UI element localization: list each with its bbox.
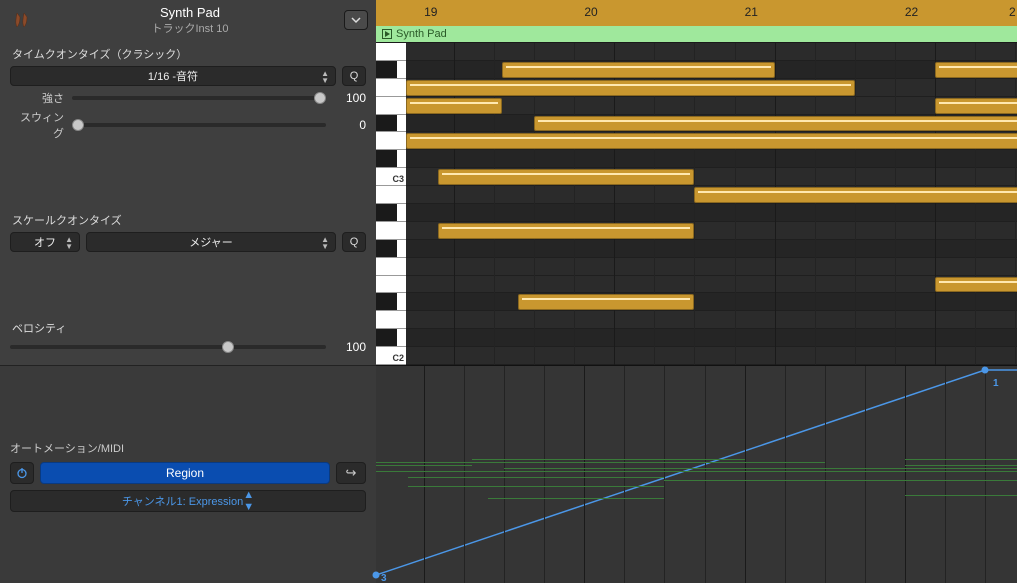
track-subtitle: トラックInst 10 [36,20,344,36]
instrument-icon [8,6,36,34]
strength-slider[interactable] [72,96,326,100]
bar-number: 21 [745,5,758,19]
midi-note[interactable] [406,80,855,96]
automation-point[interactable] [981,367,988,374]
velocity-label: ベロシティ [10,320,366,336]
header-menu-button[interactable] [344,10,368,30]
piano-keys[interactable]: C3C2 [376,43,406,365]
swing-slider[interactable] [72,123,326,127]
updown-icon: ▲▼ [321,70,329,84]
automation-power-button[interactable] [10,462,34,484]
scale-label: スケールクオンタイズ [10,212,366,228]
region-name: Synth Pad [396,28,447,40]
midi-note[interactable] [438,223,694,239]
scale-mode-select[interactable]: メジャー ▲▼ [86,232,336,252]
midi-note[interactable] [935,62,1017,78]
velocity-value: 100 [334,340,366,354]
automation-lane[interactable]: 31 [376,365,1017,583]
quantize-label: タイムクオンタイズ（クラシック） [10,46,366,62]
play-icon [382,29,392,39]
automation-channel-select[interactable]: チャンネル1: Expression ▲▼ [10,490,366,512]
velocity-slider[interactable] [10,345,326,349]
timeline-ruler[interactable]: 192021222 [376,0,1017,26]
midi-grid[interactable] [406,43,1017,365]
automation-arrow-button[interactable]: ↪ [336,462,366,484]
strength-label: 強さ [10,90,64,106]
scale-enable-select[interactable]: オフ ▲▼ [10,232,80,252]
midi-note[interactable] [935,277,1017,293]
quantize-select[interactable]: 1/16 -音符 ▲▼ [10,66,336,86]
scale-apply-button[interactable]: Q [342,232,366,252]
bar-number: 22 [905,5,918,19]
region-header[interactable]: Synth Pad [376,26,1017,43]
bar-number: 19 [424,5,437,19]
automation-region-button[interactable]: Region [40,462,330,484]
midi-note[interactable] [502,62,774,78]
strength-value: 100 [334,91,366,105]
midi-note[interactable] [406,133,1017,149]
midi-note[interactable] [438,169,694,185]
swing-label: スウィング [10,109,64,141]
bar-number: 2 [1009,5,1016,19]
midi-note[interactable] [534,116,1017,132]
swing-value: 0 [334,118,366,132]
midi-note[interactable] [935,98,1017,114]
track-title: Synth Pad [36,5,344,20]
updown-icon: ▲▼ [321,236,329,250]
updown-icon: ▲▼ [243,489,254,513]
midi-note[interactable] [694,187,1017,203]
midi-note[interactable] [406,98,502,114]
automation-label: オートメーション/MIDI [10,440,366,456]
midi-note[interactable] [518,294,694,310]
automation-point[interactable] [373,572,380,579]
quantize-apply-button[interactable]: Q [342,66,366,86]
updown-icon: ▲▼ [65,236,73,250]
bar-number: 20 [584,5,597,19]
